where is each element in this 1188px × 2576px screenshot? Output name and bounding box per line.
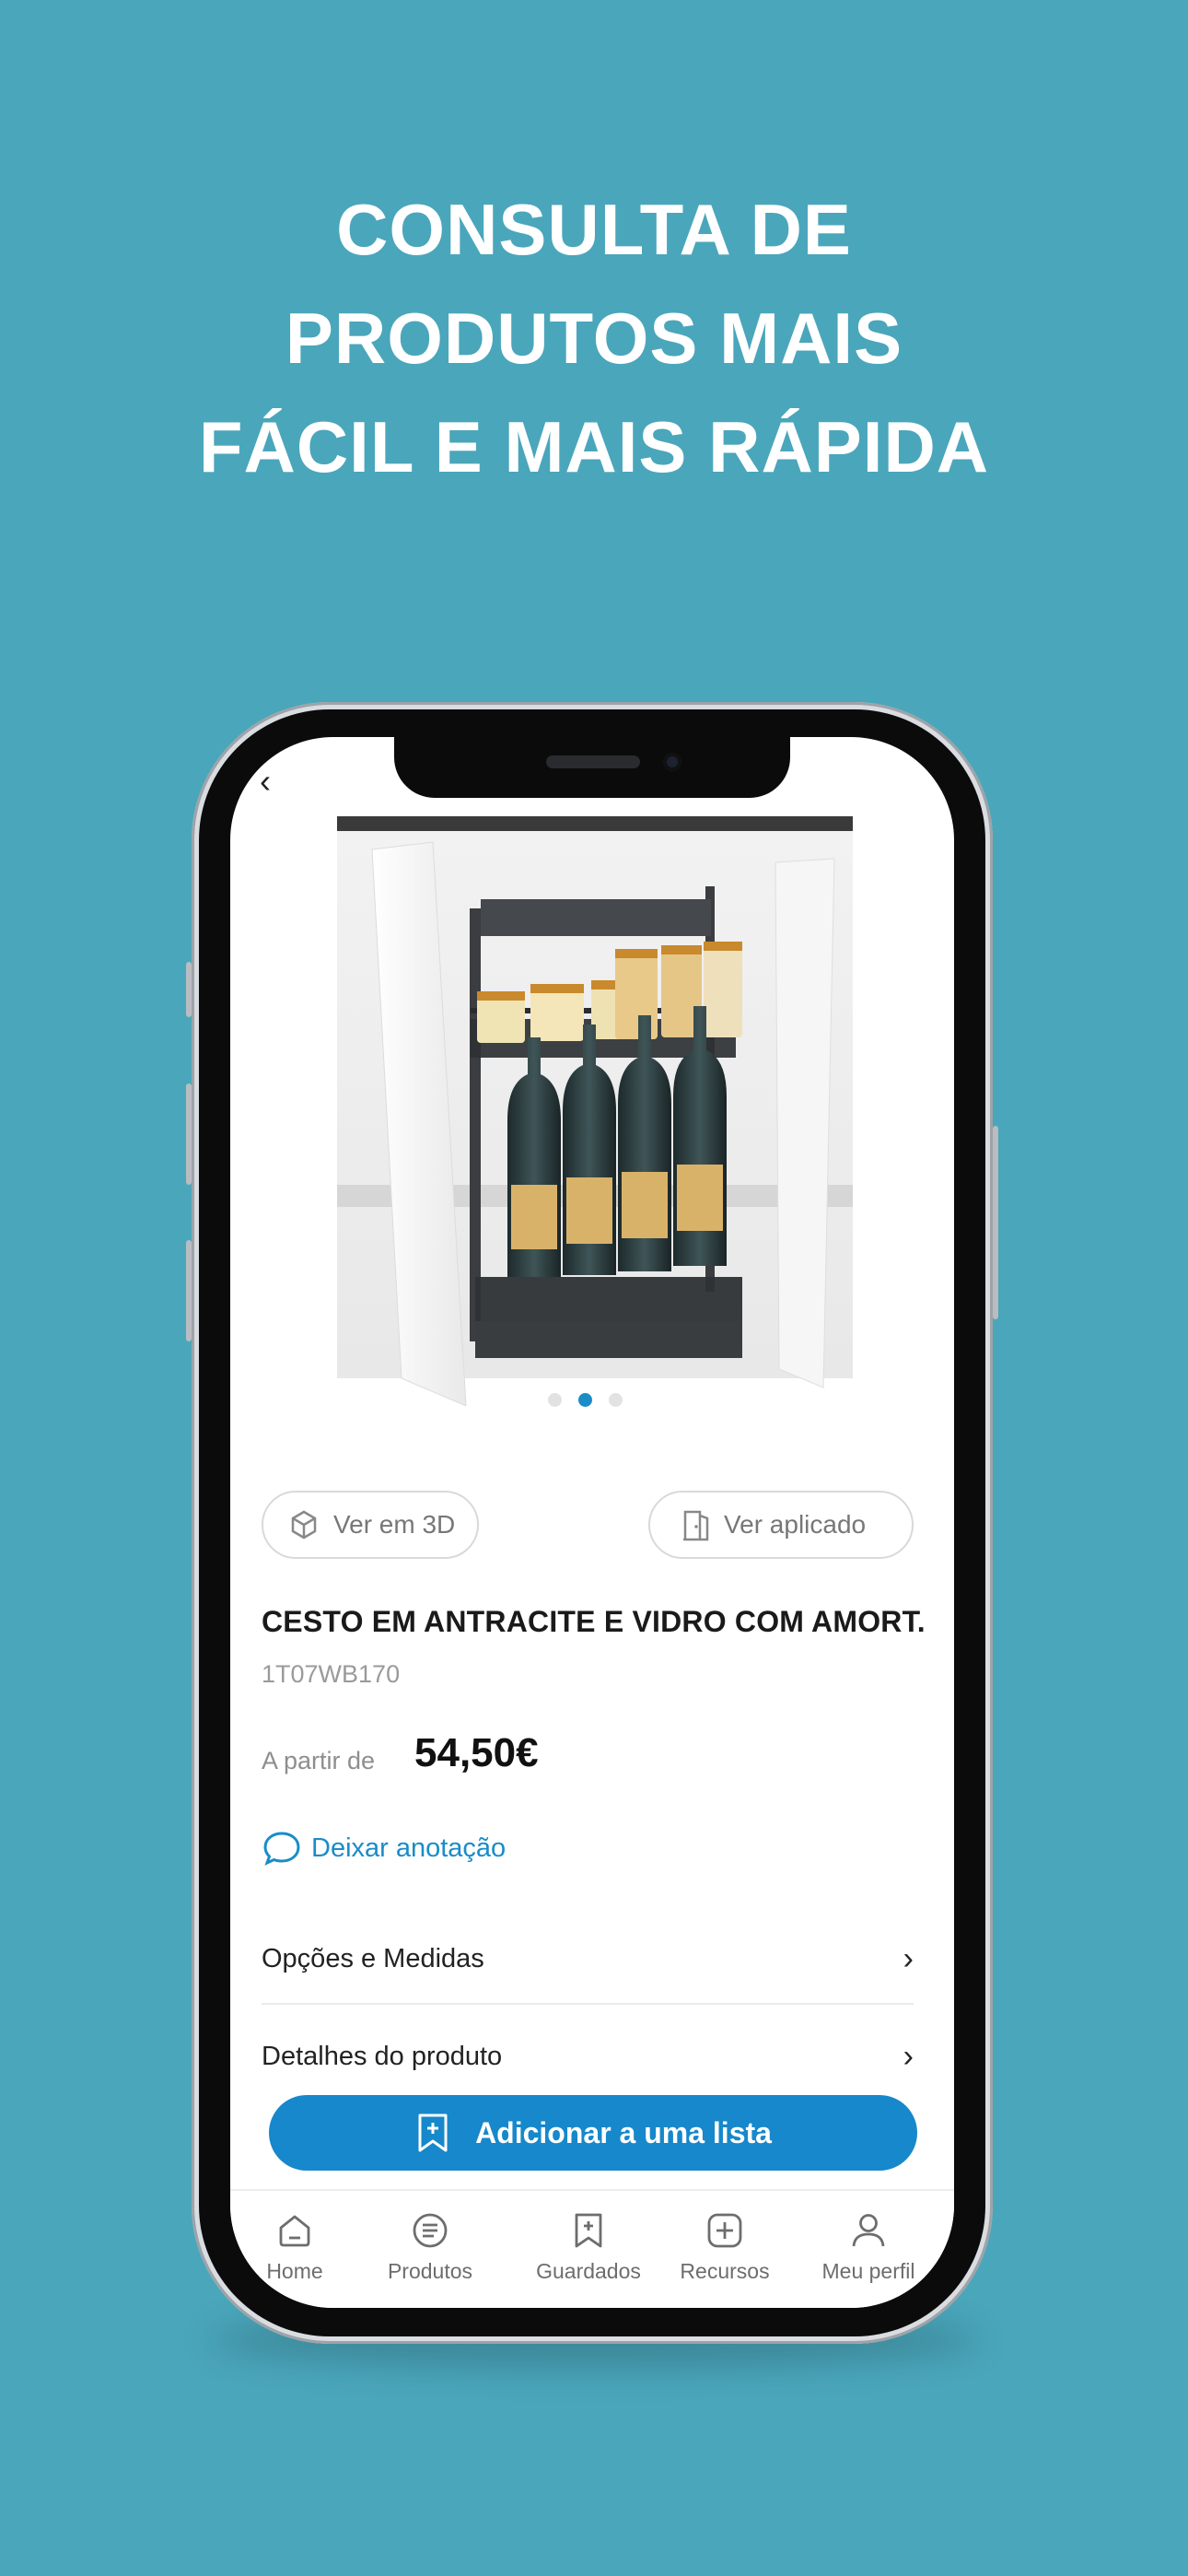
user-icon xyxy=(852,2214,885,2247)
phone-volume-down xyxy=(186,1240,192,1341)
product-details-label: Detalhes do produto xyxy=(262,2041,503,2071)
3d-cube-icon xyxy=(291,1510,317,1540)
headline-line-2: PRODUTOS MAIS xyxy=(285,298,903,379)
chevron-right-icon: › xyxy=(903,1940,914,1976)
options-measures-label: Opções e Medidas xyxy=(262,1943,484,1973)
home-icon xyxy=(279,2215,310,2247)
product-title: CESTO EM ANTRACITE E VIDRO COM AMORT. xyxy=(262,1605,926,1638)
door-icon xyxy=(683,1510,709,1541)
phone-volume-up xyxy=(186,1083,192,1185)
tab-home[interactable]: Home xyxy=(230,2209,364,2284)
product-details-row[interactable]: Detalhes do produto › xyxy=(262,2029,914,2084)
view-applied-button[interactable]: Ver aplicado xyxy=(648,1491,914,1559)
phone-screen: ‹ Ver em 3D Ver aplicado CESTO EM ANTRAC… xyxy=(230,737,954,2308)
product-code: 1T07WB170 xyxy=(262,1660,401,1688)
view-3d-label: Ver em 3D xyxy=(333,1510,456,1539)
tab-products[interactable]: Produtos xyxy=(361,2209,499,2284)
add-to-list-button[interactable]: Adicionar a uma lista xyxy=(269,2095,917,2171)
headline-line-1: CONSULTA DE xyxy=(336,189,852,270)
view-3d-button[interactable]: Ver em 3D xyxy=(262,1491,479,1559)
gallery-dot-1[interactable] xyxy=(548,1393,562,1407)
tab-profile-label: Meu perfil xyxy=(821,2259,915,2283)
headline: CONSULTA DE PRODUTOS MAIS FÁCIL E MAIS R… xyxy=(0,175,1188,501)
headline-line-3: FÁCIL E MAIS RÁPIDA xyxy=(198,406,990,487)
leave-note-label: Deixar anotação xyxy=(311,1832,507,1863)
phone-side-button xyxy=(186,962,192,1017)
tab-saved[interactable]: Guardados xyxy=(519,2209,658,2284)
plus-square-icon xyxy=(707,2213,742,2248)
tab-resources[interactable]: Recursos xyxy=(656,2209,794,2284)
product-price: 54,50€ xyxy=(414,1730,539,1775)
leave-note-link[interactable]: Deixar anotação xyxy=(262,1828,506,1868)
price-prefix: A partir de xyxy=(262,1747,376,1774)
options-measures-row[interactable]: Opções e Medidas › xyxy=(262,1931,914,1986)
gallery-dot-2[interactable] xyxy=(578,1393,592,1407)
product-image[interactable] xyxy=(319,816,875,1406)
speech-bubble-icon xyxy=(263,1832,300,1866)
view-applied-label: Ver aplicado xyxy=(724,1510,867,1539)
list-icon xyxy=(413,2213,448,2248)
phone-camera xyxy=(663,753,681,771)
chevron-right-icon: › xyxy=(903,2038,914,2074)
gallery-dot-3[interactable] xyxy=(609,1393,623,1407)
tab-profile[interactable]: Meu perfil xyxy=(799,2209,938,2284)
gallery-pagination xyxy=(548,1393,623,1407)
tab-products-label: Produtos xyxy=(387,2259,473,2283)
add-to-list-label: Adicionar a uma lista xyxy=(475,2115,772,2149)
chevron-left-icon: ‹ xyxy=(260,762,271,800)
bookmark-icon xyxy=(575,2213,602,2248)
tab-saved-label: Guardados xyxy=(536,2259,641,2283)
back-button[interactable]: ‹ xyxy=(260,765,271,798)
divider xyxy=(262,2003,914,2005)
tab-resources-label: Recursos xyxy=(680,2259,770,2283)
tab-bar: Home Produtos Guardados Recursos Meu per… xyxy=(230,2189,954,2308)
bookmark-plus-icon xyxy=(418,2113,448,2152)
phone-speaker xyxy=(546,755,640,768)
phone-power-button xyxy=(993,1126,998,1319)
tab-home-label: Home xyxy=(266,2259,323,2283)
